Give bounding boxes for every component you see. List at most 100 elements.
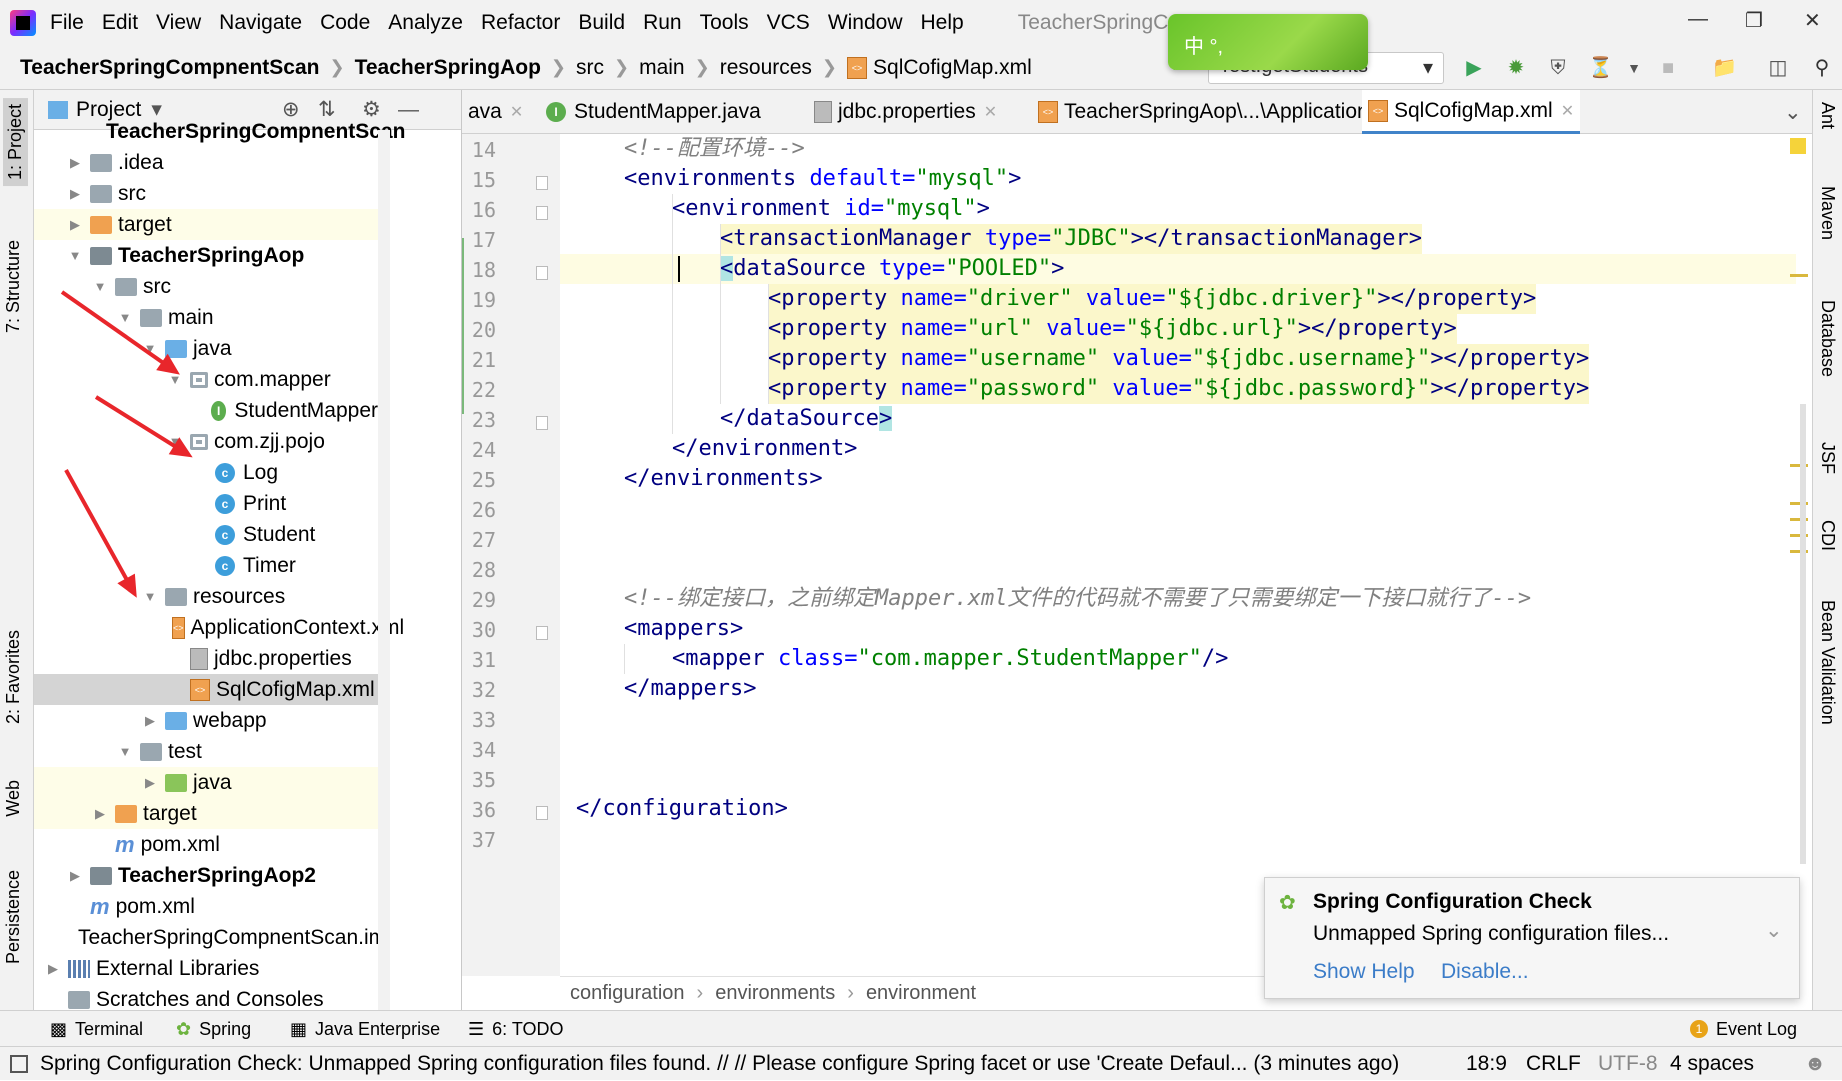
tree-idea[interactable]: ▶ .idea [34,147,378,178]
tab-database[interactable]: Database [1817,300,1838,377]
run-icon[interactable]: ▶ [1462,56,1486,80]
menu-build[interactable]: Build [578,11,625,35]
tab-web[interactable]: Web [3,780,24,817]
code-editor[interactable]: <!--配置环境--> <environments default="mysql… [560,134,1796,976]
tool-spring[interactable]: ✿ Spring [176,1011,251,1047]
tab-jdbc-properties[interactable]: jdbc.properties ✕ [808,90,1003,134]
profile-dropdown-icon[interactable]: ▼ [1622,56,1646,80]
status-message[interactable]: Spring Configuration Check: Unmapped Spr… [40,1047,1399,1081]
close-tab-icon[interactable]: ✕ [984,102,997,122]
fold-marker-icon[interactable] [536,416,548,430]
breadcrumb-src[interactable]: src ❯ [576,56,639,80]
tree-student[interactable]: c Student [34,519,378,550]
tree-target[interactable]: ▶ target [34,209,378,240]
tab-persistence[interactable]: Persistence [3,870,24,964]
restore-icon[interactable]: ❐ [1745,8,1763,33]
layout-icon[interactable]: ◫ [1766,56,1790,80]
tree-test-java[interactable]: ▶ java [34,767,378,798]
tree-webapp[interactable]: ▶ webapp [34,705,378,736]
expand-arrow-icon[interactable]: ▼ [91,271,109,302]
expand-arrow-icon[interactable]: ▼ [141,581,159,612]
minimize-icon[interactable]: — [1688,8,1708,31]
tree-com-zjj-pojo[interactable]: ▼ com.zjj.pojo [34,426,378,457]
fold-marker-icon[interactable] [536,176,548,190]
tree-resources[interactable]: ▼ resources [34,581,378,612]
menu-analyze[interactable]: Analyze [388,11,463,35]
menu-navigate[interactable]: Navigate [219,11,302,35]
breadcrumb-main[interactable]: main ❯ [639,56,720,80]
tool-todo[interactable]: ☰ 6: TODO [468,1011,564,1047]
code-crumb-environments[interactable]: environments [715,982,835,1005]
expand-arrow-icon[interactable]: ▶ [44,953,62,984]
tree-applicationcontext-xml[interactable]: <> ApplicationContext.xml [34,612,404,643]
menu-tools[interactable]: Tools [700,11,749,35]
editor-scrollbar[interactable] [1800,404,1806,864]
line-separator[interactable]: CRLF [1526,1047,1581,1081]
tree-jdbc-properties[interactable]: jdbc.properties [34,643,378,674]
expand-chevron-icon[interactable]: ⌄ [1765,918,1783,943]
project-structure-icon[interactable]: 📁 [1712,56,1737,80]
expand-arrow-icon[interactable]: ▶ [66,147,84,178]
tab-ant[interactable]: Ant [1817,102,1838,129]
memory-indicator-icon[interactable]: ☻ [1804,1047,1826,1081]
stop-icon[interactable]: ■ [1656,56,1680,80]
tool-java-enterprise[interactable]: ▦ Java Enterprise [290,1011,440,1047]
tree-external-libraries[interactable]: ▶ External Libraries [34,953,378,984]
tab-structure[interactable]: 7: Structure [3,240,24,333]
expand-arrow-icon[interactable]: ▶ [66,178,84,209]
tree-sqlcofigmap-xml[interactable]: <> SqlCofigMap.xml [34,674,378,705]
toggle-tool-windows-icon[interactable] [10,1055,28,1073]
ime-toolbar[interactable]: 中 °, [1168,14,1368,70]
search-everywhere-icon[interactable]: ⚲ [1810,56,1834,80]
tree-teacherspringaop[interactable]: ▼ TeacherSpringAop [34,240,378,271]
breadcrumb-file[interactable]: <> SqlCofigMap.xml [847,56,1032,80]
tree-timer[interactable]: c Timer [34,550,378,581]
fold-marker-icon[interactable] [536,206,548,220]
tab-studentmapper-java[interactable]: I StudentMapper.java [540,90,767,134]
tab-maven[interactable]: Maven [1817,186,1838,240]
caret-position[interactable]: 18:9 [1466,1047,1507,1081]
tree-iml[interactable]: TeacherSpringCompnentScan.iml [34,922,391,953]
menu-file[interactable]: File [50,11,84,35]
tree-teacherspringaop2[interactable]: ▶ TeacherSpringAop2 [34,860,378,891]
tab-cdi[interactable]: CDI [1817,520,1838,551]
tree-test[interactable]: ▼ test [34,736,378,767]
expand-arrow-icon[interactable]: ▶ [91,798,109,829]
tab-bean-validation[interactable]: Bean Validation [1817,600,1838,725]
code-crumb-configuration[interactable]: configuration [570,982,685,1005]
tree-log[interactable]: c Log [34,457,378,488]
debug-icon[interactable]: ✹ [1504,56,1528,80]
analysis-status-icon[interactable] [1790,138,1806,154]
menu-help[interactable]: Help [921,11,964,35]
expand-arrow-icon[interactable]: ▶ [141,767,159,798]
expand-arrow-icon[interactable]: ▼ [66,240,84,271]
menu-vcs[interactable]: VCS [767,11,810,35]
show-help-link[interactable]: Show Help [1313,960,1415,984]
error-stripe[interactable] [1786,134,1812,976]
tab-list-chevron-icon[interactable]: ⌄ [1784,100,1802,125]
indent-setting[interactable]: 4 spaces [1670,1047,1754,1081]
tab-jsf[interactable]: JSF [1817,442,1838,474]
expand-arrow-icon[interactable]: ▶ [141,705,159,736]
menu-view[interactable]: View [156,11,201,35]
tree-aop-pom[interactable]: m pom.xml [34,829,378,860]
tab-partial-java[interactable]: ava ✕ [462,90,529,134]
menu-code[interactable]: Code [320,11,370,35]
fold-marker-icon[interactable] [536,626,548,640]
menu-edit[interactable]: Edit [102,11,138,35]
tab-sqlcofigmap-xml[interactable]: <> SqlCofigMap.xml ✕ [1362,90,1581,134]
fold-marker-icon[interactable] [536,266,548,280]
tree-scrollbar[interactable] [378,130,390,1010]
tree-java[interactable]: ▼ java [34,333,378,364]
expand-arrow-icon[interactable]: ▶ [66,860,84,891]
tree-src[interactable]: ▶ src [34,178,378,209]
menu-run[interactable]: Run [643,11,682,35]
close-tab-icon[interactable]: ✕ [510,102,523,122]
tab-favorites[interactable]: 2: Favorites [3,630,24,724]
breadcrumb-project[interactable]: TeacherSpringCompnentScan ❯ [20,56,355,80]
fold-marker-icon[interactable] [536,806,548,820]
breadcrumb-resources[interactable]: resources ❯ [720,56,847,80]
expand-arrow-icon[interactable]: ▼ [116,736,134,767]
close-tab-icon[interactable]: ✕ [1561,101,1574,121]
tool-terminal[interactable]: ▩ Terminal [50,1011,143,1047]
